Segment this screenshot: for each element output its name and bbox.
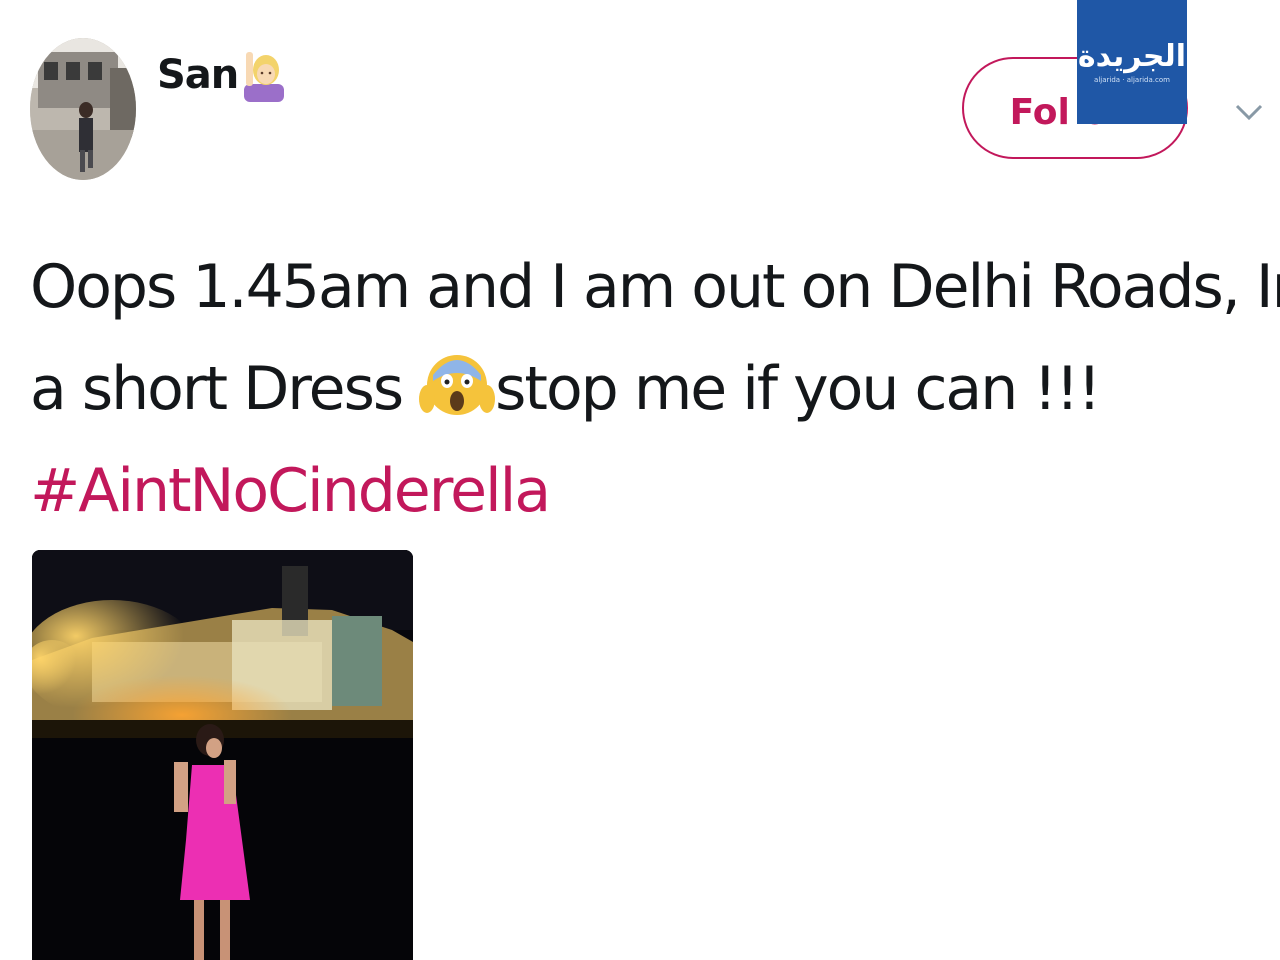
watermark-logo-text: الجريدة — [1077, 39, 1187, 74]
face-screaming-in-fear-emoji-icon — [419, 355, 496, 415]
tweet-text-line-2-start: a short Dress — [30, 354, 420, 424]
tweet-text: Oops 1.45am and I am out on Delhi Roads,… — [30, 236, 1280, 542]
hashtag-link[interactable]: #AintNoCinderella — [30, 440, 1270, 542]
night-photo-image — [32, 550, 413, 960]
woman-raising-hand-emoji-icon — [244, 52, 285, 102]
avatar[interactable] — [30, 38, 136, 180]
chevron-down-icon[interactable] — [1234, 100, 1264, 124]
tweet-text-line-2-end: stop me if you can !!! — [495, 354, 1101, 424]
avatar-photo-icon — [30, 38, 136, 180]
tweet-card: San Fol ow الجريدة aljarida · aljarida.c… — [0, 0, 1280, 960]
display-name[interactable]: San — [157, 52, 239, 98]
user-name-row[interactable]: San — [157, 48, 286, 102]
tweet-media-photo[interactable] — [32, 550, 413, 960]
tweet-text-line-2: a short Dress stop me if you can !!! — [30, 338, 1270, 440]
tweet-text-line-1: Oops 1.45am and I am out on Delhi Roads,… — [30, 252, 1280, 322]
watermark-logo-subtext: aljarida · aljarida.com — [1094, 76, 1170, 84]
watermark-logo: الجريدة aljarida · aljarida.com — [1077, 0, 1187, 124]
